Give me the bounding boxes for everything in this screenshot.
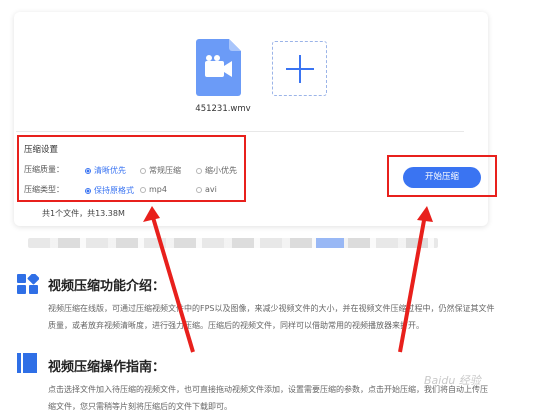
start-compress-button[interactable]: 开始压缩 <box>403 167 481 188</box>
radio-dot <box>85 187 91 194</box>
radio-dot <box>140 186 146 193</box>
quality-option-smaller[interactable]: 缩小优先 <box>196 165 237 176</box>
video-file-icon[interactable] <box>196 39 241 96</box>
section-title-intro: 视频压缩功能介绍： <box>48 279 166 294</box>
type-option-mp4[interactable]: mp4 <box>140 185 167 194</box>
type-option-keep-format[interactable]: 保持原格式 <box>85 185 134 196</box>
quality-option-normal[interactable]: 常规压缩 <box>140 165 181 176</box>
type-label: 压缩类型： <box>24 185 64 194</box>
watermark: Baidu 经验 <box>424 374 481 387</box>
quality-label: 压缩质量： <box>24 165 64 174</box>
settings-title: 压缩设置 <box>24 145 59 155</box>
section-title-guide: 视频压缩操作指南： <box>48 360 166 375</box>
radio-dot <box>85 167 91 174</box>
card-divider <box>16 131 464 132</box>
radio-dot <box>196 167 202 174</box>
file-summary: 共1个文件，共13.38M <box>42 209 125 218</box>
blurred-strip <box>28 238 438 248</box>
grid-icon <box>17 274 39 294</box>
radio-dot <box>196 186 202 193</box>
radio-dot <box>140 167 146 174</box>
file-name: 451231.wmv <box>195 104 251 114</box>
quality-option-clarity[interactable]: 清晰优先 <box>85 165 126 176</box>
section-body-intro: 视频压缩在线版，可通过压缩视频文件中的FPS以及图像，来减少视频文件的大小，并在… <box>48 304 495 330</box>
type-option-avi[interactable]: avi <box>196 185 217 194</box>
book-icon <box>17 353 37 373</box>
add-file-button[interactable] <box>272 41 327 96</box>
plus-icon <box>286 55 314 83</box>
